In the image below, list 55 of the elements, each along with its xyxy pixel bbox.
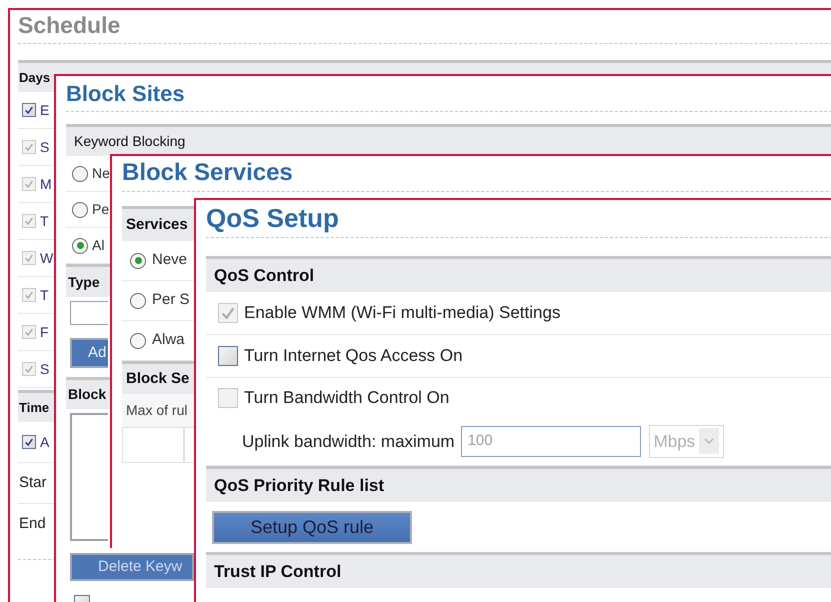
- option-label: Per S: [152, 290, 190, 310]
- field-label: End: [19, 514, 46, 534]
- day-label: M: [40, 174, 52, 194]
- checkmark-icon: [24, 290, 34, 300]
- day-label: S: [40, 138, 50, 156]
- field-label: Uplink bandwidth: maximum: [242, 430, 455, 452]
- option-label: Neve: [152, 250, 188, 270]
- checkmark-icon: [24, 364, 34, 374]
- section-header: QoS Control: [206, 256, 831, 292]
- radio-button[interactable]: [72, 166, 88, 182]
- option-label: Enable WMM (Wi-Fi multi-media) Settings: [244, 302, 560, 324]
- table-cell: [122, 427, 184, 463]
- day-label: T: [40, 286, 49, 304]
- checkmark-icon: [24, 216, 34, 226]
- table-note: Max of rul: [126, 401, 188, 420]
- day-label: E: [40, 100, 50, 120]
- checkbox[interactable]: [22, 103, 36, 117]
- radio-button[interactable]: [130, 332, 146, 348]
- section-header: Trust IP Control: [206, 552, 831, 588]
- option-label: A: [40, 432, 50, 452]
- checkmark-icon: [24, 179, 34, 189]
- radio-button[interactable]: [72, 238, 88, 254]
- checkmark-icon: [24, 105, 34, 115]
- option-label: Alwa: [152, 330, 185, 350]
- keyword-list[interactable]: [70, 413, 108, 541]
- option-label: Turn Internet Qos Access On: [244, 345, 463, 368]
- window-title: Block Services: [122, 161, 293, 188]
- day-label: F: [40, 322, 49, 342]
- section-header: Keyword Blocking: [66, 124, 831, 156]
- checkbox[interactable]: [22, 435, 36, 449]
- checkmark-icon: [24, 142, 34, 152]
- day-label: S: [40, 360, 50, 378]
- field-label: Star: [19, 472, 47, 493]
- window-title: Schedule: [18, 14, 120, 40]
- option-label: Ne: [92, 164, 110, 183]
- keyword-input[interactable]: [70, 301, 108, 325]
- checkmark-icon: [24, 437, 34, 447]
- delete-keyword-button[interactable]: Delete Keyw: [70, 553, 194, 581]
- day-label: W: [40, 248, 54, 268]
- radio-button[interactable]: [130, 252, 146, 268]
- radio-button[interactable]: [72, 202, 88, 218]
- option-label: Al: [92, 236, 104, 255]
- section-header: QoS Priority Rule list: [206, 466, 831, 502]
- checkbox[interactable]: [218, 346, 238, 366]
- day-label: T: [40, 212, 49, 230]
- window-title: QoS Setup: [206, 205, 339, 235]
- checkmark-icon: [220, 305, 236, 321]
- chevron-down-icon: [699, 428, 720, 454]
- checkmark-icon: [24, 253, 34, 263]
- option-label: Turn Bandwidth Control On: [244, 387, 450, 410]
- checkmark-icon: [24, 327, 34, 337]
- setup-rule-button[interactable]: Setup QoS rule: [212, 510, 412, 544]
- option-label: Pe: [92, 200, 110, 219]
- add-keyword-button[interactable]: Ad: [70, 338, 108, 368]
- radio-button[interactable]: [130, 292, 146, 308]
